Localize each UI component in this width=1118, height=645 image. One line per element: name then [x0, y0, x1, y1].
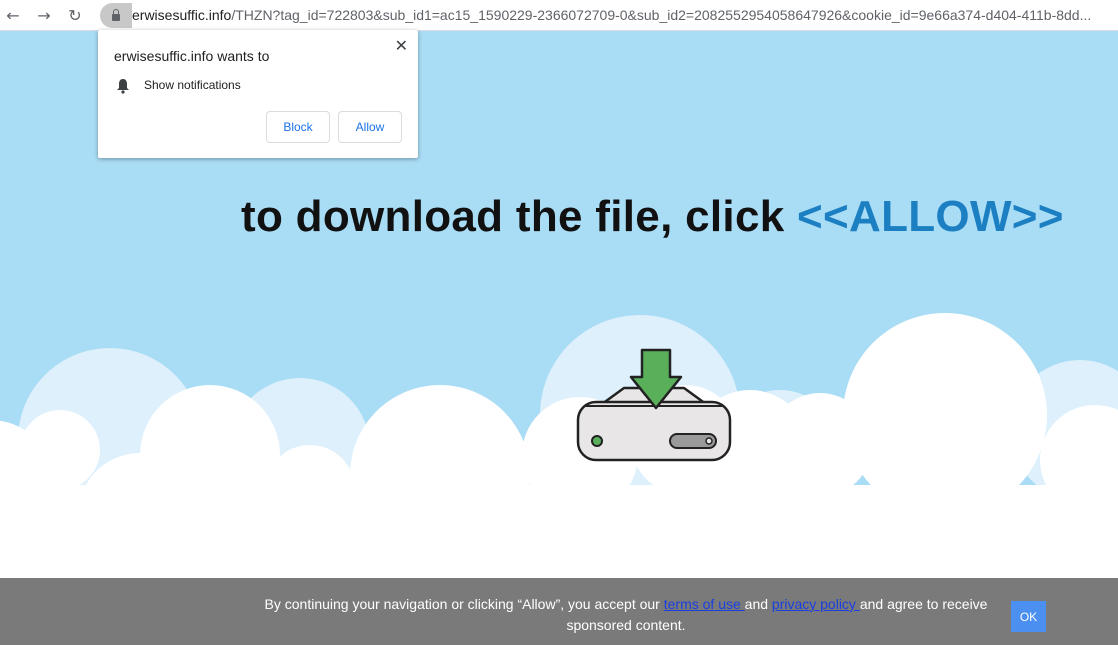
consent-text: By continuing your navigation or clickin… [250, 594, 1002, 636]
close-icon[interactable]: ✕ [395, 36, 408, 55]
allow-button[interactable]: Allow [338, 111, 402, 143]
bell-icon [117, 79, 129, 94]
url-path: /THZN?tag_id=722803&sub_id1=ac15_1590229… [231, 7, 1092, 23]
headline-allow-highlight: <<ALLOW>> [797, 192, 1064, 241]
forward-arrow-icon[interactable]: → [33, 4, 55, 26]
url-host: erwisesuffic.info [132, 7, 232, 23]
reload-icon[interactable]: ↻ [64, 4, 86, 26]
ok-button[interactable]: OK [1011, 601, 1046, 632]
back-arrow-icon[interactable]: ← [2, 4, 24, 26]
consent-banner: By continuing your navigation or clickin… [0, 578, 1118, 645]
permission-label: Show notifications [144, 78, 241, 92]
headline-text: to download the file, click [241, 192, 798, 241]
lock-icon [112, 9, 120, 21]
block-button[interactable]: Block [266, 111, 330, 143]
privacy-policy-link[interactable]: privacy policy [772, 596, 860, 612]
browser-toolbar: ← → ↻ erwisesuffic.info/THZN?tag_id=7228… [0, 0, 1118, 31]
clouds-illustration [0, 313, 1118, 580]
site-info-button[interactable] [100, 3, 132, 28]
hard-drive-download-icon [576, 348, 732, 462]
page-headline: to download the file, click <<ALLOW>> [241, 192, 1064, 242]
notification-permission-popup: erwisesuffic.info wants to ✕ Show notifi… [98, 30, 418, 158]
popup-title: erwisesuffic.info wants to [114, 48, 270, 64]
consent-text-middle: and [744, 596, 772, 612]
consent-text-start: By continuing your navigation or clickin… [264, 596, 664, 612]
terms-of-use-link[interactable]: terms of use [664, 596, 745, 612]
address-bar[interactable]: erwisesuffic.info/THZN?tag_id=722803&sub… [132, 7, 1118, 24]
